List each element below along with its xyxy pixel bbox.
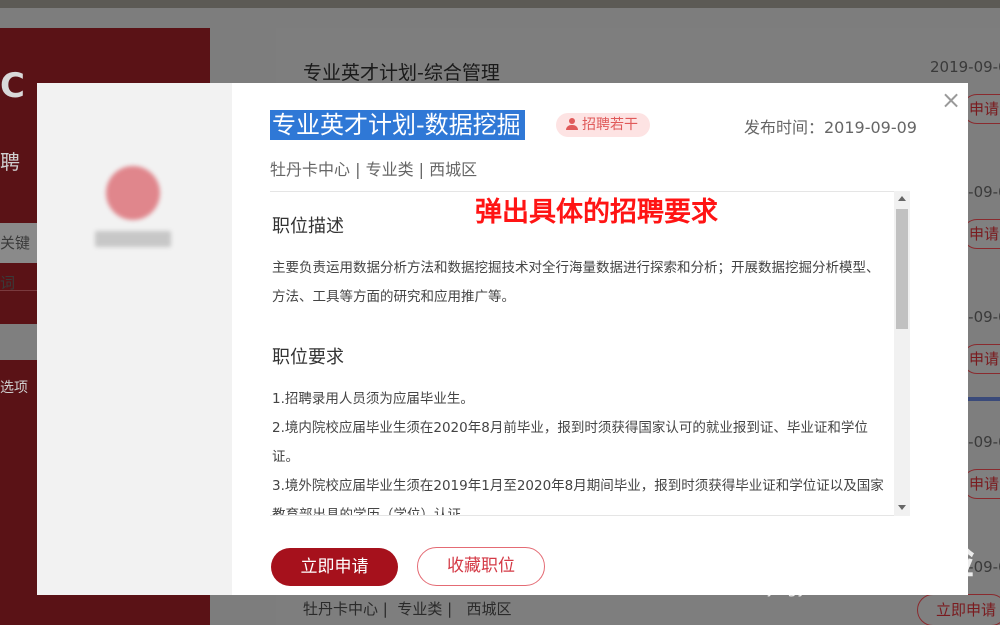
requirement-line: 证。 [272, 449, 299, 465]
requirement-line: 教育部出具的学历（学位）认证。 [272, 507, 475, 516]
scrollbar[interactable] [894, 191, 910, 516]
hire-count-label: 招聘若干 [582, 117, 638, 133]
hire-count-badge: 招聘若干 [556, 113, 650, 137]
watermark-url: jingyan.baidu.com [768, 578, 916, 597]
company-logo [106, 166, 160, 220]
background-top-bar [0, 0, 1000, 8]
company-name-blurred [95, 231, 171, 247]
publish-time: 发布时间：2019-09-09 [744, 118, 917, 137]
job-meta: 牡丹卡中心 | 专业类 | 西城区 [270, 160, 478, 179]
background-hire-fragment: 聘 [0, 150, 20, 174]
background-job-meta: 牡丹卡中心 | 专业类 | 西城区 [303, 600, 512, 618]
baidu-watermark: Baidu经验 jingyan.baidu.com [760, 528, 980, 608]
annotation-caption: 弹出具体的招聘要求 [475, 197, 718, 228]
requirement-line: 3.境外院校应届毕业生须在2019年1月至2020年8月期间毕业，报到时须获得毕… [272, 478, 884, 494]
background-job-date: 2019-09-0 [930, 58, 1000, 76]
requirement-line: 2.境内院校应届毕业生须在2020年8月前毕业，报到时须获得国家认可的就业报到证… [272, 420, 868, 436]
description-line: 主要负责运用数据分析方法和数据挖掘技术对全行海量数据进行探索和分析；开展数据挖掘… [272, 260, 880, 276]
requirement-line: 1.招聘录用人员须为应届毕业生。 [272, 391, 474, 407]
description-line: 方法、工具等方面的研究和应用推广等。 [272, 289, 515, 305]
job-detail-modal: × 专业英才计划-数据挖掘 招聘若干 发布时间：2019-09-09 牡丹卡中心… [37, 83, 968, 595]
job-description-scroll-area[interactable]: 职位描述 主要负责运用数据分析方法和数据挖掘技术对全行海量数据进行探索和分析；开… [270, 191, 910, 516]
favorite-button[interactable]: 收藏职位 [417, 547, 545, 586]
background-keyword-input[interactable]: 关键词 [0, 223, 40, 292]
scroll-down-arrow-icon[interactable] [898, 505, 906, 510]
scroll-up-arrow-icon[interactable] [898, 196, 906, 201]
section-heading-description: 职位描述 [272, 216, 344, 237]
person-icon [566, 118, 578, 130]
background-logo-fragment: C [0, 66, 25, 106]
job-title: 专业英才计划-数据挖掘 [270, 110, 525, 140]
apply-button[interactable]: 立即申请 [271, 548, 398, 586]
section-heading-requirements: 职位要求 [272, 347, 344, 368]
background-job-title[interactable]: 专业英才计划-综合管理 [303, 58, 500, 85]
scrollbar-thumb[interactable] [896, 209, 908, 329]
close-icon[interactable]: × [941, 88, 961, 112]
company-panel [37, 83, 232, 595]
background-option-fragment[interactable]: 选项 [0, 377, 28, 397]
